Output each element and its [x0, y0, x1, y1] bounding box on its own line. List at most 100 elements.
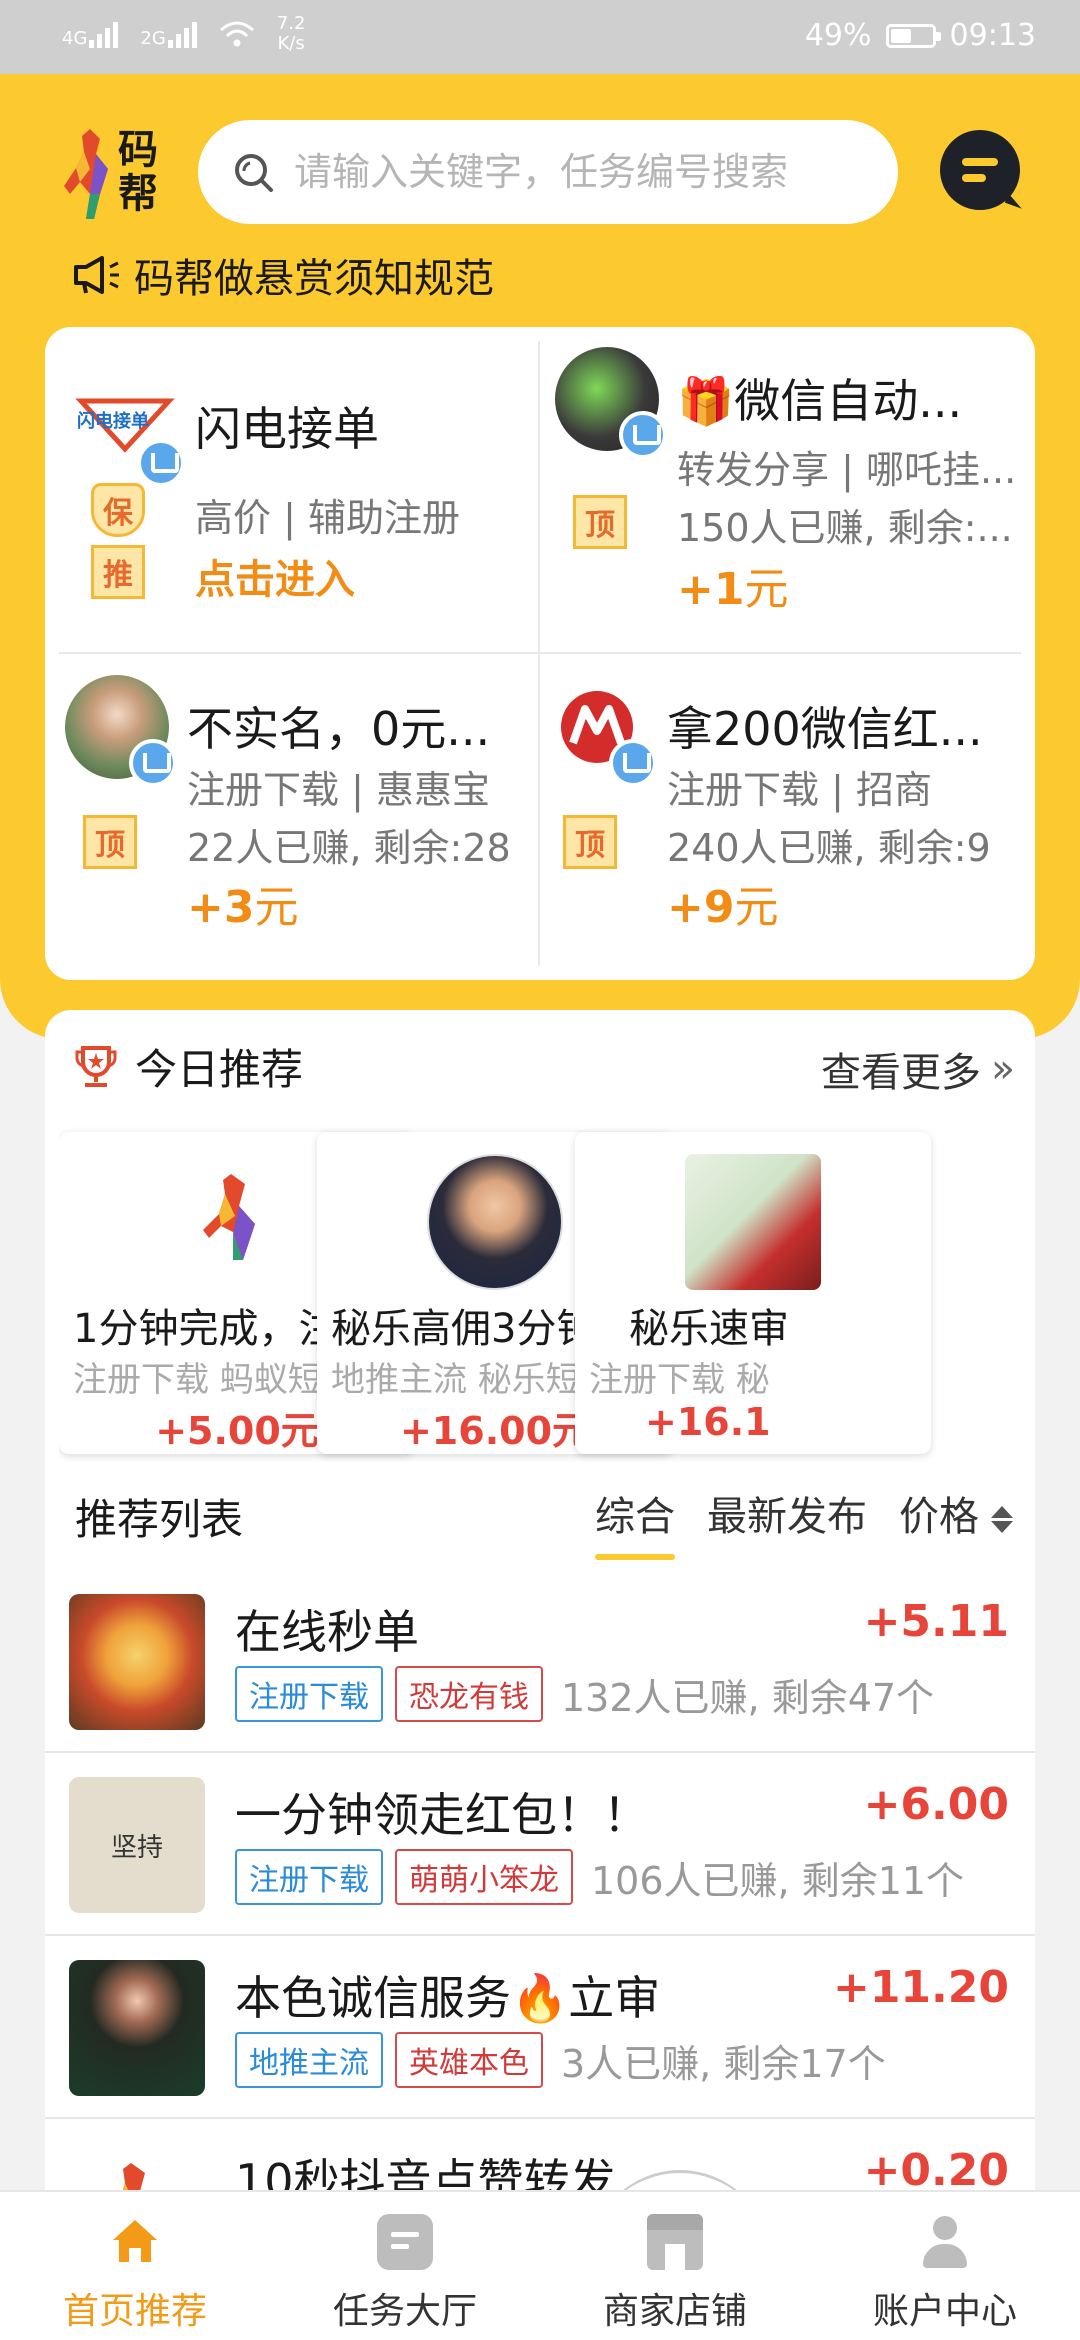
task-stat: 240人已赚, 剩余:9	[667, 826, 991, 870]
sort-newest[interactable]: 最新发布	[707, 1484, 867, 1542]
verified-badge-icon	[129, 739, 177, 787]
today-header: 今日推荐	[73, 1036, 303, 1097]
battery-icon	[885, 23, 941, 48]
task-title: 拿200微信红...	[667, 702, 983, 756]
card-price: +16.1	[645, 1400, 771, 1444]
app-logo[interactable]: 码帮	[60, 124, 158, 234]
sort-price[interactable]: 价格	[899, 1484, 1013, 1542]
sort-arrows-icon	[991, 1503, 1013, 1536]
merchant-tag: 萌萌小笨龙	[395, 1849, 573, 1905]
verified-badge-icon	[619, 411, 667, 459]
task-title: 🎁微信自动...	[677, 374, 963, 428]
search-icon	[235, 154, 273, 192]
double-chevron-right-icon: ››	[991, 1046, 1015, 1092]
task-title: 闪电接单	[195, 402, 379, 456]
task-desc: 注册下载 | 惠惠宝	[187, 768, 490, 812]
today-card-3[interactable]: 秘乐速审 注册下载 秘 +16.1	[575, 1132, 931, 1454]
horse-logo-icon	[64, 129, 108, 219]
featured-task-4[interactable]: 拿200微信红... 注册下载 | 招商 顶 240人已赚, 剩余:9 +9元	[545, 675, 1025, 965]
task-stat: 22人已赚, 剩余:28	[187, 826, 511, 870]
search-bar[interactable]	[198, 120, 898, 224]
tab-home[interactable]: 首页推荐	[25, 2214, 245, 2334]
merchant-tag: 恐龙有钱	[395, 1666, 543, 1722]
task-desc: 注册下载 | 招商	[667, 768, 932, 812]
signal-2-icon: 2G	[140, 20, 197, 48]
clock: 09:13	[949, 18, 1036, 53]
item-stat: 3人已赚, 剩余17个	[561, 2041, 886, 2086]
status-bar: 4G 2G 7.2 K/s 49% 09:13	[0, 0, 1080, 74]
task-reward: +9元	[667, 882, 779, 933]
task-desc: 转发分享 | 哪吒挂...	[677, 448, 1017, 492]
item-title: 在线秒单	[235, 1605, 419, 1659]
card-subtitle: 注册下载 秘	[589, 1360, 770, 1400]
verified-badge-icon	[137, 439, 185, 487]
item-title: 一分钟领走红包！！	[235, 1788, 649, 1842]
verified-badge-icon	[609, 739, 657, 787]
battery-percent: 49%	[804, 18, 872, 53]
tab-merchant-shop[interactable]: 商家店铺	[565, 2214, 785, 2334]
svg-text:闪电接单: 闪电接单	[77, 410, 149, 432]
sort-default[interactable]: 综合	[595, 1484, 675, 1560]
horse-icon	[203, 1174, 255, 1260]
network-type-1: 4G	[62, 28, 88, 49]
card-image	[685, 1154, 821, 1290]
list-item[interactable]: 在线秒单 +5.11 注册下载 恐龙有钱 132人已赚, 剩余47个	[45, 1570, 1035, 1753]
item-stat: 106人已赚, 剩余11个	[591, 1858, 965, 1903]
task-title: 不实名，0元...	[187, 702, 491, 756]
featured-task-3[interactable]: 不实名，0元... 注册下载 | 惠惠宝 顶 22人已赚, 剩余:28 +3元	[65, 675, 545, 965]
today-title: 今日推荐	[135, 1045, 304, 1094]
shop-icon	[647, 2214, 703, 2270]
task-desc: 高价 | 辅助注册	[195, 496, 460, 540]
megaphone-icon	[74, 256, 119, 294]
featured-task-1[interactable]: 闪电接单 闪电接单 保 高价 | 辅助注册 推 点击进入	[73, 375, 553, 635]
card-image	[427, 1154, 563, 1290]
item-price: +6.00	[863, 1779, 1009, 1830]
task-hall-icon	[377, 2214, 433, 2270]
category-tag: 地推主流	[235, 2032, 383, 2088]
card-title: 秘乐速审	[629, 1306, 789, 1352]
task-list: 在线秒单 +5.11 注册下载 恐龙有钱 132人已赚, 剩余47个 坚持 一分…	[45, 1570, 1035, 2210]
category-tag: 注册下载	[235, 1849, 383, 1905]
top-icon: 顶	[563, 815, 617, 869]
item-thumbnail	[69, 1594, 205, 1730]
bottom-tab-bar: 首页推荐 任务大厅 商家店铺 账户中心	[0, 2190, 1080, 2340]
item-thumbnail: 坚持	[69, 1777, 205, 1913]
category-tag: 注册下载	[235, 1666, 383, 1722]
task-reward: +1元	[677, 564, 789, 615]
item-thumbnail	[69, 1960, 205, 2096]
sort-tabs: 综合 最新发布 价格	[595, 1484, 1013, 1560]
guarantee-icon: 保	[91, 483, 145, 537]
item-price: +0.20	[863, 2145, 1009, 2196]
top-icon: 顶	[573, 495, 627, 549]
network-speed: 7.2 K/s	[276, 13, 306, 54]
notice-text: 码帮做悬赏须知规范	[134, 256, 494, 302]
item-price: +11.20	[832, 1962, 1009, 2013]
tab-account[interactable]: 账户中心	[835, 2214, 1055, 2334]
merchant-tag: 英雄本色	[395, 2032, 543, 2088]
list-item[interactable]: 本色诚信服务🔥立审 +11.20 地推主流 英雄本色 3人已赚, 剩余17个	[45, 1936, 1035, 2119]
item-title: 本色诚信服务🔥立审	[235, 1971, 661, 2025]
today-carousel[interactable]: 1分钟完成，注... 注册下载 蚂蚁短视... +5.00元 秘乐高佣3分钟..…	[59, 1122, 1021, 1462]
list-item[interactable]: 坚持 一分钟领走红包！！ +6.00 注册下载 萌萌小笨龙 106人已赚, 剩余…	[45, 1753, 1035, 1936]
task-stat: 150人已赚, 剩余:...	[677, 506, 1013, 550]
user-icon	[917, 2214, 973, 2270]
featured-tasks-card: 闪电接单 闪电接单 保 高价 | 辅助注册 推 点击进入 🎁微信自动... 转发…	[45, 327, 1035, 980]
card-image	[169, 1154, 305, 1290]
notice-link[interactable]: 码帮做悬赏须知规范	[72, 246, 494, 304]
recommend-icon: 推	[91, 545, 145, 599]
task-reward: +3元	[187, 882, 299, 933]
wifi-icon	[219, 21, 254, 47]
signal-icon: 4G	[62, 20, 119, 49]
recommend-panel: 今日推荐 查看更多 ›› 1分钟完成，注... 注册下载 蚂蚁短视... +5.…	[45, 1010, 1035, 2210]
trophy-icon	[75, 1045, 117, 1087]
top-icon: 顶	[83, 815, 137, 869]
list-title: 推荐列表	[75, 1495, 244, 1544]
item-stat: 132人已赚, 剩余47个	[561, 1675, 935, 1720]
tab-task-hall[interactable]: 任务大厅	[295, 2214, 515, 2334]
search-input[interactable]	[294, 150, 854, 194]
enter-link[interactable]: 点击进入	[195, 547, 355, 605]
featured-task-2[interactable]: 🎁微信自动... 转发分享 | 哪吒挂... 顶 150人已赚, 剩余:... …	[555, 347, 1035, 647]
view-more-link[interactable]: 查看更多 ››	[821, 1040, 1015, 1098]
logo-text: 码帮	[118, 127, 158, 217]
message-button[interactable]	[940, 130, 1020, 210]
